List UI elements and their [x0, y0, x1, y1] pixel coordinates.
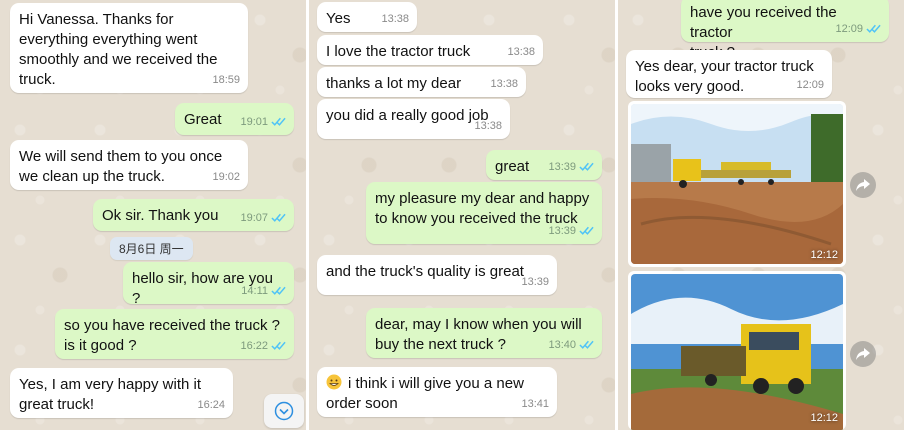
message-outgoing[interactable]: dear, may I know when you will buy the n…: [366, 308, 602, 358]
message-outgoing[interactable]: Ok sir. Thank you 19:07: [93, 199, 294, 231]
message-time: 19:01: [240, 116, 268, 128]
read-ticks-icon: [271, 117, 286, 126]
message-incoming[interactable]: We will send them to you once we clean u…: [10, 140, 248, 190]
message-time: 19:07: [240, 212, 268, 224]
message-incoming[interactable]: I love the tractor truck 13:38: [317, 35, 543, 65]
date-chip: 8月6日 周一: [110, 237, 193, 260]
read-ticks-icon: [271, 286, 286, 295]
message-time: 16:24: [197, 399, 225, 411]
read-ticks-icon: [271, 213, 286, 222]
message-text: Yes dear, your tractor truck looks very …: [635, 58, 814, 95]
message-text: We will send them to you once we clean u…: [19, 148, 223, 185]
message-incoming[interactable]: Hi Vanessa. Thanks for everything everyt…: [10, 3, 248, 93]
message-time: 13:38: [474, 120, 502, 132]
message-incoming[interactable]: thanks a lot my dear 13:38: [317, 67, 526, 97]
message-time: 16:22: [240, 340, 268, 352]
grinning-face-icon: [326, 374, 342, 390]
message-time: 13:41: [521, 398, 549, 410]
message-incoming[interactable]: and the truck's quality is great 13:39: [317, 255, 557, 295]
photo-message[interactable]: 12:12: [628, 271, 846, 430]
truck-photo-1: [631, 104, 843, 264]
message-outgoing[interactable]: my pleasure my dear and happy to know yo…: [366, 182, 602, 244]
message-incoming[interactable]: Yes, I am very happy with it great truck…: [10, 368, 233, 418]
truck-photo-2: [631, 274, 843, 430]
photo-time: 12:12: [810, 249, 838, 261]
message-incoming[interactable]: i think i will give you a new order soon…: [317, 367, 557, 417]
message-time: 13:40: [548, 339, 576, 351]
message-text: Yes, I am very happy with it great truck…: [19, 376, 202, 413]
message-text: thanks a lot my dear: [326, 75, 462, 92]
photo-message[interactable]: 12:12: [628, 101, 846, 267]
message-incoming[interactable]: Yes dear, your tractor truck looks very …: [626, 50, 832, 98]
forward-button[interactable]: [850, 172, 876, 198]
message-incoming[interactable]: Yes 13:38: [317, 2, 417, 32]
read-ticks-icon: [866, 24, 881, 33]
message-time: 13:38: [381, 13, 409, 25]
message-outgoing[interactable]: great 13:39: [486, 150, 602, 180]
message-time: 14:11: [241, 285, 268, 297]
message-text: i think i will give you a new order soon: [326, 374, 524, 412]
read-ticks-icon: [579, 340, 594, 349]
message-time: 13:39: [548, 161, 576, 173]
message-text: and the truck's quality is great: [326, 263, 524, 280]
message-incoming[interactable]: you did a really good job 13:38: [317, 99, 510, 139]
chat-panel-1: Hi Vanessa. Thanks for everything everyt…: [0, 0, 306, 430]
message-time: 12:09: [835, 23, 863, 35]
read-ticks-icon: [579, 226, 594, 235]
forward-button[interactable]: [850, 341, 876, 367]
message-outgoing[interactable]: Great 19:01: [175, 103, 294, 135]
message-text: I love the tractor truck: [326, 43, 471, 60]
message-outgoing[interactable]: hello sir, how are you ? 14:11: [123, 262, 294, 307]
message-time: 13:38: [507, 46, 535, 58]
share-forward-icon: [856, 179, 870, 191]
message-time: 12:09: [796, 79, 824, 91]
message-outgoing[interactable]: so you have received the truck ? is it g…: [55, 309, 294, 359]
read-ticks-icon: [271, 341, 286, 350]
message-time: 13:38: [490, 78, 518, 90]
chevron-down-circle-icon: [274, 401, 294, 421]
share-forward-icon: [856, 348, 870, 360]
message-time: 13:39: [521, 276, 549, 288]
photo-time: 12:12: [810, 412, 838, 424]
message-outgoing[interactable]: have you received the tractor truck ? 12…: [681, 0, 889, 61]
scroll-to-bottom-button[interactable]: [264, 394, 304, 428]
read-ticks-icon: [579, 162, 594, 171]
chat-panel-2: Yes 13:38 I love the tractor truck 13:38…: [309, 0, 615, 430]
message-time: 19:02: [212, 171, 240, 183]
message-time: 18:59: [212, 74, 240, 86]
message-text: Hi Vanessa. Thanks for everything everyt…: [19, 11, 218, 88]
message-time: 13:39: [548, 225, 576, 237]
